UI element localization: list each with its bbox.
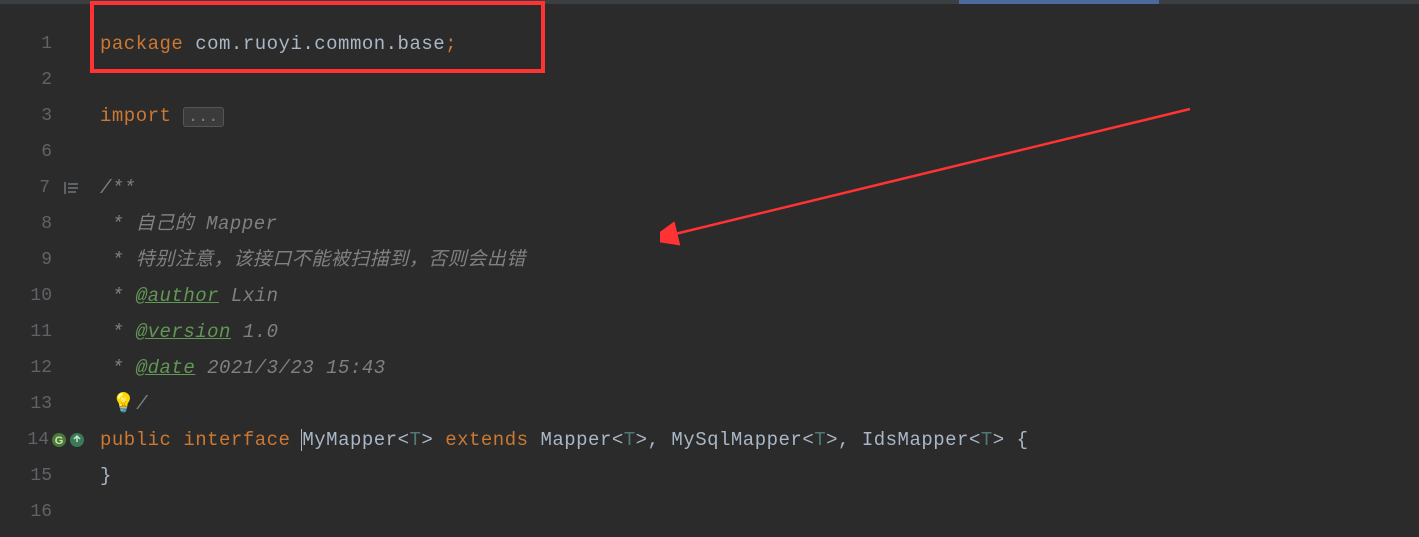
code-line[interactable]: import ... bbox=[100, 98, 1419, 134]
line-number[interactable]: 7 bbox=[0, 170, 100, 206]
javadoc-text: 特别注意，该接口不能被扫描到，否则会出错 bbox=[136, 249, 526, 271]
code-line[interactable]: 💡/ bbox=[100, 386, 1419, 422]
type-name: MySqlMapper bbox=[671, 429, 802, 451]
line-number[interactable]: 11 bbox=[0, 314, 100, 350]
line-number[interactable]: 14 G bbox=[0, 422, 100, 458]
toggle-doc-icon[interactable] bbox=[62, 179, 80, 197]
line-number[interactable]: 9 bbox=[0, 242, 100, 278]
type-parameter: T bbox=[814, 429, 826, 451]
class-name: MyMapper bbox=[302, 429, 397, 451]
code-line[interactable]: * @version 1.0 bbox=[100, 314, 1419, 350]
line-number[interactable]: 12 bbox=[0, 350, 100, 386]
keyword-package: package bbox=[100, 33, 183, 55]
line-num-text: 14 bbox=[27, 422, 49, 458]
type-parameter: T bbox=[981, 429, 993, 451]
angle-bracket: > bbox=[993, 429, 1005, 451]
override-icon[interactable] bbox=[69, 432, 85, 448]
code-line[interactable]: * @date 2021/3/23 15:43 bbox=[100, 350, 1419, 386]
line-number[interactable]: 6 bbox=[0, 134, 100, 170]
javadoc-asterisk: * bbox=[100, 285, 136, 307]
code-line[interactable]: * @author Lxin bbox=[100, 278, 1419, 314]
line-num-text: 7 bbox=[39, 170, 50, 206]
brace-open: { bbox=[1005, 429, 1029, 451]
line-number[interactable]: 3 bbox=[0, 98, 100, 134]
space bbox=[171, 429, 183, 451]
line-number[interactable]: 2 bbox=[0, 62, 100, 98]
javadoc-author-value: Lxin bbox=[219, 285, 279, 307]
javadoc-date-value: 2021/3/23 15:43 bbox=[195, 357, 385, 379]
svg-text:G: G bbox=[55, 435, 64, 447]
javadoc-asterisk: * bbox=[100, 213, 136, 235]
angle-bracket: < bbox=[612, 429, 624, 451]
code-line[interactable]: } bbox=[100, 458, 1419, 494]
brace-close: } bbox=[100, 465, 112, 487]
type-parameter: T bbox=[409, 429, 421, 451]
comma: , bbox=[648, 429, 672, 451]
keyword-interface: interface bbox=[183, 429, 290, 451]
javadoc-start: /** bbox=[100, 177, 136, 199]
javadoc-end: / bbox=[136, 393, 148, 415]
line-number[interactable]: 1 bbox=[0, 26, 100, 62]
angle-bracket: < bbox=[969, 429, 981, 451]
code-line[interactable]: * 自己的 Mapper bbox=[100, 206, 1419, 242]
code-line[interactable]: public interface MyMapper<T> extends Map… bbox=[100, 422, 1419, 458]
type-parameter: T bbox=[624, 429, 636, 451]
semicolon: ; bbox=[445, 33, 457, 55]
code-area[interactable]: package com.ruoyi.common.base; import ..… bbox=[100, 4, 1419, 537]
javadoc-asterisk: * bbox=[100, 357, 136, 379]
editor-container: 1 2 3 6 7 8 9 10 11 12 13 14 bbox=[0, 4, 1419, 537]
line-number[interactable]: 13 bbox=[0, 386, 100, 422]
code-line[interactable]: /** bbox=[100, 170, 1419, 206]
javadoc-asterisk: * bbox=[100, 321, 136, 343]
gutter: 1 2 3 6 7 8 9 10 11 12 13 14 bbox=[0, 4, 100, 537]
angle-bracket: > bbox=[826, 429, 838, 451]
line-number[interactable]: 10 bbox=[0, 278, 100, 314]
code-line[interactable]: package com.ruoyi.common.base; bbox=[100, 26, 1419, 62]
angle-bracket: > bbox=[421, 429, 433, 451]
line-number[interactable]: 16 bbox=[0, 494, 100, 530]
keyword-import: import bbox=[100, 105, 183, 127]
folded-imports[interactable]: ... bbox=[183, 107, 223, 127]
code-line[interactable] bbox=[100, 134, 1419, 170]
code-line[interactable] bbox=[100, 494, 1419, 530]
package-path: com.ruoyi.common.base bbox=[183, 33, 445, 55]
keyword-extends: extends bbox=[445, 429, 528, 451]
javadoc-tag-version: @version bbox=[136, 321, 231, 343]
line-number[interactable]: 8 bbox=[0, 206, 100, 242]
type-name: Mapper bbox=[540, 429, 611, 451]
javadoc-text: 自己的 Mapper bbox=[136, 213, 278, 235]
lightbulb-icon[interactable]: 💡 bbox=[112, 393, 136, 415]
angle-bracket: < bbox=[398, 429, 410, 451]
code-line[interactable]: * 特别注意，该接口不能被扫描到，否则会出错 bbox=[100, 242, 1419, 278]
comma: , bbox=[838, 429, 862, 451]
keyword-public: public bbox=[100, 429, 171, 451]
javadoc-asterisk: * bbox=[100, 249, 136, 271]
javadoc-tag-author: @author bbox=[136, 285, 219, 307]
angle-bracket: < bbox=[802, 429, 814, 451]
implements-icon[interactable]: G bbox=[51, 432, 67, 448]
javadoc-tag-date: @date bbox=[136, 357, 196, 379]
code-line[interactable] bbox=[100, 62, 1419, 98]
line-number[interactable]: 15 bbox=[0, 458, 100, 494]
type-name: IdsMapper bbox=[862, 429, 969, 451]
angle-bracket: > bbox=[636, 429, 648, 451]
javadoc-version-value: 1.0 bbox=[231, 321, 279, 343]
